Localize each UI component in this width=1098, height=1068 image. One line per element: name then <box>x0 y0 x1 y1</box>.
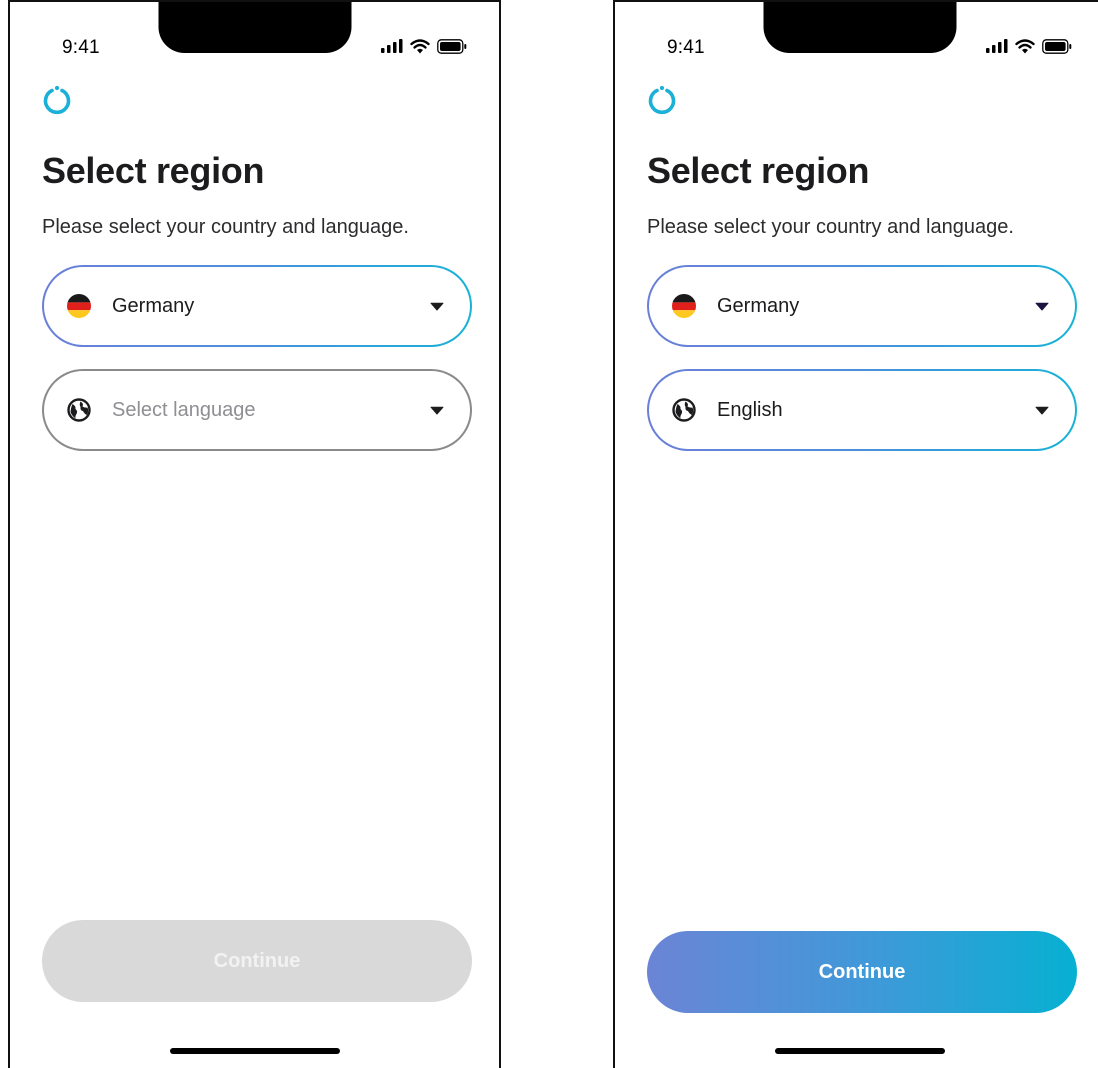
status-icons <box>986 35 1072 57</box>
page-title: Select region <box>647 150 870 191</box>
globe-icon <box>672 398 696 422</box>
page-title: Select region <box>42 150 265 191</box>
germany-flag-icon <box>672 294 696 318</box>
status-icons <box>381 35 467 57</box>
device-notch <box>763 2 956 53</box>
language-select-inner: English <box>649 371 1075 449</box>
language-select[interactable]: English <box>647 369 1077 451</box>
language-select[interactable]: Select language <box>42 369 472 451</box>
power-ring-logo-icon <box>43 85 71 115</box>
battery-icon <box>1042 38 1072 54</box>
globe-icon <box>67 398 91 422</box>
country-select-inner: Germany <box>44 267 470 345</box>
device-notch <box>158 2 351 53</box>
home-indicator <box>169 1048 340 1054</box>
continue-button[interactable]: Continue <box>647 931 1077 1013</box>
country-select[interactable]: Germany <box>647 265 1077 347</box>
phone-screen-language-selected: 9:41 Select region Please select your co… <box>613 0 1098 1068</box>
chevron-down-icon <box>1035 302 1049 310</box>
cellular-signal-icon <box>381 39 403 53</box>
battery-icon <box>437 38 467 54</box>
power-ring-logo-icon <box>648 85 676 115</box>
wifi-icon <box>1015 38 1035 53</box>
country-select-inner: Germany <box>649 267 1075 345</box>
home-indicator <box>774 1048 945 1054</box>
chevron-down-icon <box>430 302 444 310</box>
page-subtitle: Please select your country and language. <box>42 216 409 238</box>
page-subtitle: Please select your country and language. <box>647 216 1014 238</box>
language-select-placeholder: Select language <box>112 398 256 421</box>
status-time: 9:41 <box>667 37 705 58</box>
country-select[interactable]: Germany <box>42 265 472 347</box>
status-time: 9:41 <box>62 37 100 58</box>
country-select-value: Germany <box>112 294 195 317</box>
chevron-down-icon <box>430 406 444 414</box>
continue-button[interactable]: Continue <box>42 920 472 1002</box>
country-select-value: Germany <box>717 294 800 317</box>
germany-flag-icon <box>67 294 91 318</box>
language-select-value: English <box>717 398 783 421</box>
phone-screen-language-unselected: 9:41 Select region Please select your co… <box>8 0 501 1068</box>
language-select-inner: Select language <box>44 371 470 449</box>
wifi-icon <box>410 38 430 53</box>
cellular-signal-icon <box>986 39 1008 53</box>
chevron-down-icon <box>1035 406 1049 414</box>
